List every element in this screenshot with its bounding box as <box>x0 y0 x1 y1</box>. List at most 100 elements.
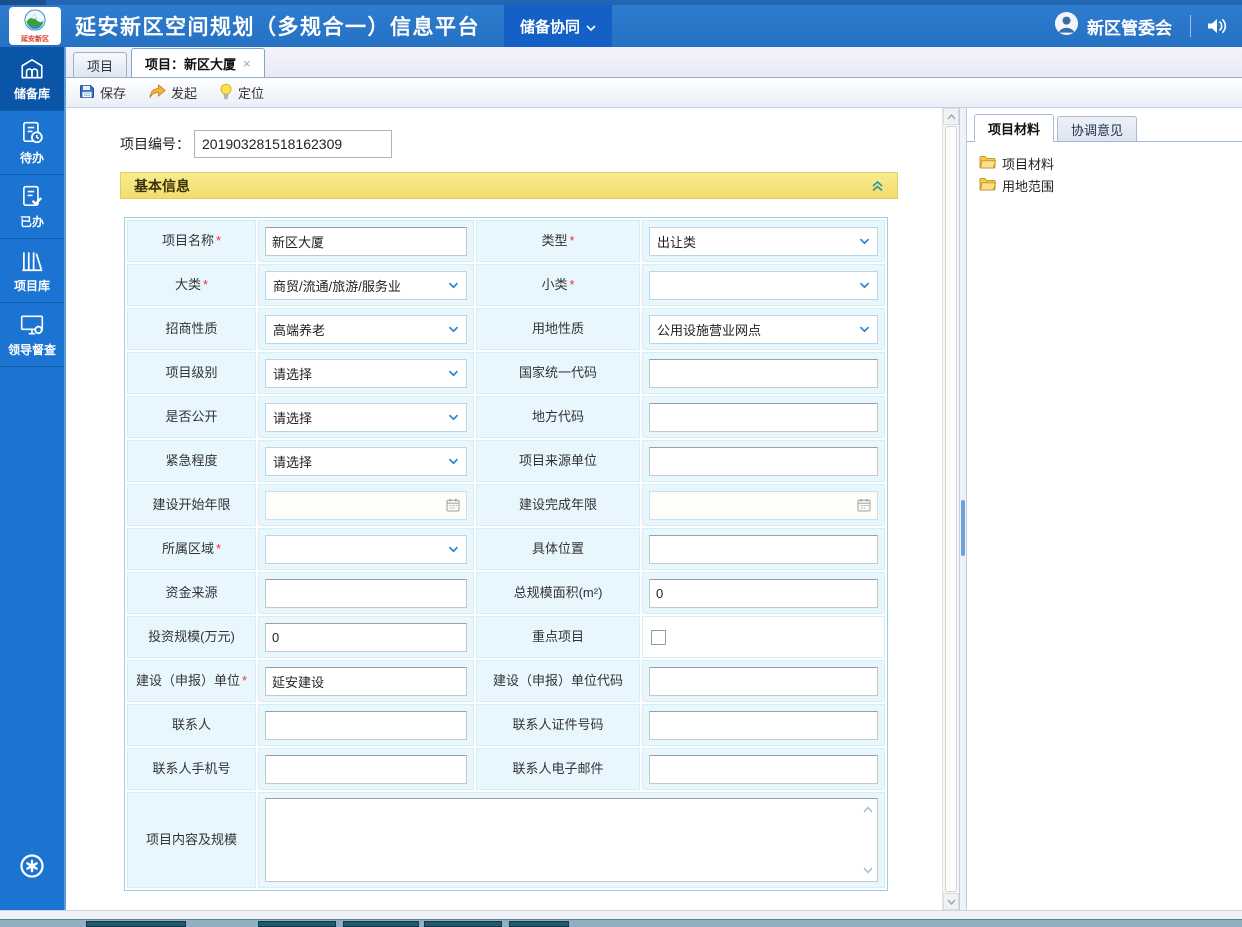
field-cell-applicant-unit <box>258 660 474 702</box>
todo-doc-clock-icon <box>19 120 45 146</box>
required-asterisk: * <box>569 277 574 293</box>
project-content-textarea[interactable] <box>265 798 878 882</box>
project-name-input[interactable] <box>265 227 467 256</box>
tree-item[interactable]: 用地范围 <box>979 174 1242 196</box>
sidebar: 储备库待办已办项目库领导督查 <box>0 47 64 910</box>
asterisk-circle-icon <box>17 851 47 886</box>
textarea-scroll-up-icon[interactable] <box>863 806 873 813</box>
taskbar-strip <box>0 910 1242 927</box>
scrollbar-thumb[interactable] <box>945 126 957 892</box>
contact-person-input[interactable] <box>265 711 467 740</box>
header-divider <box>1190 15 1191 37</box>
tab-project[interactable]: 项目 <box>73 52 127 77</box>
sidebar-item-label: 待办 <box>20 149 44 166</box>
sidebar-item-done[interactable]: 已办 <box>0 175 64 239</box>
field-label-source-unit: 项目来源单位 <box>476 440 640 482</box>
field-label-national-code: 国家统一代码 <box>476 352 640 394</box>
urgency-select[interactable]: 请选择 <box>265 447 467 476</box>
initiate-button[interactable]: 发起 <box>148 83 197 102</box>
type-select[interactable]: 出让类 <box>649 227 878 256</box>
contact-mobile-input[interactable] <box>265 755 467 784</box>
calendar-icon <box>446 498 460 512</box>
tab-bar: 项目 项目：新区大厦 × <box>66 47 1242 78</box>
source-unit-input[interactable] <box>649 447 878 476</box>
project-level-select[interactable]: 请选择 <box>265 359 467 388</box>
tab-close-icon[interactable]: × <box>243 56 251 71</box>
collapse-sidebar-button[interactable] <box>0 851 64 886</box>
user-name: 新区管委会 <box>1087 14 1172 39</box>
local-code-input[interactable] <box>649 403 878 432</box>
sidebar-item-reserve[interactable]: 储备库 <box>0 47 64 111</box>
region-select[interactable] <box>265 535 467 564</box>
project-no-label: 项目编号： <box>120 134 190 154</box>
tab-project-detail[interactable]: 项目：新区大厦 × <box>131 48 265 77</box>
chevron-down-icon <box>448 370 459 377</box>
basic-info-form: 项目名称*类型*出让类大类*商贸/流通/旅游/服务业小类*招商性质高端养老用地性… <box>124 217 888 891</box>
required-asterisk: * <box>216 233 221 249</box>
required-asterisk: * <box>569 233 574 249</box>
contact-id-number-input[interactable] <box>649 711 878 740</box>
scroll-down-icon[interactable] <box>943 893 959 910</box>
locate-button[interactable]: 定位 <box>219 83 264 103</box>
textarea-scroll-down-icon[interactable] <box>863 867 873 874</box>
field-cell-is-public: 请选择 <box>258 396 474 438</box>
chevron-down-icon <box>448 458 459 465</box>
funding-source-input[interactable] <box>265 579 467 608</box>
major-category-select[interactable]: 商贸/流通/旅游/服务业 <box>265 271 467 300</box>
right-tab-coordination-opinions[interactable]: 协调意见 <box>1057 116 1137 141</box>
save-icon <box>79 83 95 102</box>
field-cell-source-unit <box>642 440 885 482</box>
investment-scale-input[interactable] <box>265 623 467 652</box>
field-label-applicant-unit-code: 建设（申报）单位代码 <box>476 660 640 702</box>
monitor-gear-icon <box>19 312 45 338</box>
scroll-up-icon[interactable] <box>943 108 959 125</box>
sidebar-item-todo[interactable]: 待办 <box>0 111 64 175</box>
field-label-sub-category: 小类* <box>476 264 640 306</box>
field-label-project-level: 项目级别 <box>127 352 256 394</box>
construction-end-year-date-input[interactable] <box>649 491 878 520</box>
field-cell-land-use-nature: 公用设施营业网点 <box>642 308 885 350</box>
is-public-select[interactable]: 请选择 <box>265 403 467 432</box>
panel-splitter[interactable] <box>959 108 967 910</box>
right-tab-project-materials[interactable]: 项目材料 <box>974 114 1054 142</box>
locate-bulb-icon <box>219 83 233 103</box>
national-code-input[interactable] <box>649 359 878 388</box>
field-label-applicant-unit: 建设（申报）单位* <box>127 660 256 702</box>
sidebar-item-label: 领导督查 <box>8 341 56 358</box>
investment-nature-select[interactable]: 高端养老 <box>265 315 467 344</box>
land-use-nature-select[interactable]: 公用设施营业网点 <box>649 315 878 344</box>
field-label-is-public: 是否公开 <box>127 396 256 438</box>
tree-item[interactable]: 项目材料 <box>979 152 1242 174</box>
field-cell-urgency: 请选择 <box>258 440 474 482</box>
chevron-down-icon <box>586 18 596 35</box>
section-basic-info-header[interactable]: 基本信息 <box>120 172 898 199</box>
tab-label: 项目：新区大厦 <box>145 54 236 73</box>
applicant-unit-input[interactable] <box>265 667 467 696</box>
user-menu[interactable]: 新区管委会 <box>1054 11 1172 41</box>
field-label-local-code: 地方代码 <box>476 396 640 438</box>
key-project-checkbox[interactable] <box>651 630 666 645</box>
section-title: 基本信息 <box>134 176 190 196</box>
location-input[interactable] <box>649 535 878 564</box>
vertical-scrollbar[interactable] <box>942 108 959 910</box>
tab-label: 项目 <box>87 56 113 75</box>
field-label-construction-start-year: 建设开始年限 <box>127 484 256 526</box>
sub-category-select[interactable] <box>649 271 878 300</box>
field-cell-project-level: 请选择 <box>258 352 474 394</box>
total-area-input[interactable] <box>649 579 878 608</box>
chevron-double-up-icon[interactable] <box>871 180 884 192</box>
avatar-icon <box>1054 11 1079 41</box>
applicant-unit-code-input[interactable] <box>649 667 878 696</box>
save-button[interactable]: 保存 <box>79 83 126 102</box>
nav-reserve-collaboration-dropdown[interactable]: 储备协同 <box>504 5 612 47</box>
sidebar-item-leader-supervision[interactable]: 领导督查 <box>0 303 64 367</box>
field-cell-contact-email <box>642 748 885 790</box>
sound-icon[interactable] <box>1206 17 1228 35</box>
contact-email-input[interactable] <box>649 755 878 784</box>
project-no-input[interactable] <box>194 130 392 158</box>
field-cell-location <box>642 528 885 570</box>
sidebar-item-project-library[interactable]: 项目库 <box>0 239 64 303</box>
splitter-handle[interactable] <box>961 500 965 556</box>
construction-start-year-date-input[interactable] <box>265 491 467 520</box>
logo-text: 延安新区 <box>21 36 49 44</box>
